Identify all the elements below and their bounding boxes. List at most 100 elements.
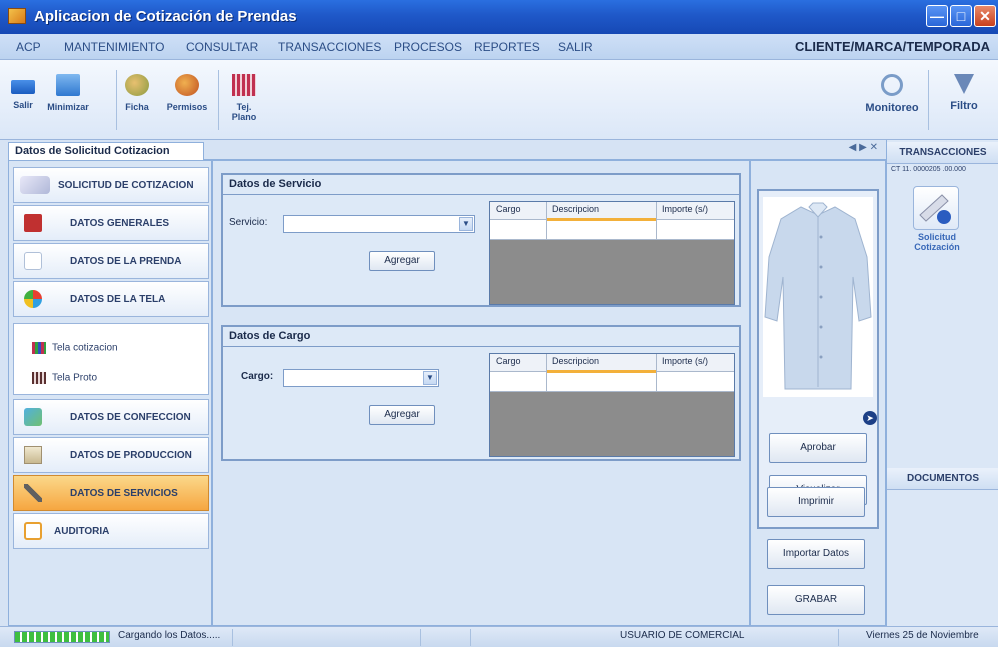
tej-plano-label: Tej. Plano [231, 102, 257, 122]
minimize-window-button[interactable]: — [926, 5, 948, 27]
chevron-down-icon[interactable]: ▼ [423, 371, 437, 385]
user-status-text: USUARIO DE COMERCIAL [620, 630, 745, 641]
menu-mantenimiento[interactable]: MANTENIMIENTO [64, 40, 164, 54]
transacciones-header[interactable]: TRANSACCIONES [887, 142, 998, 164]
fabric-icon [32, 372, 46, 384]
solicitud-cotizacion-label[interactable]: Solicitud Cotización [901, 232, 973, 252]
title-bar: Aplicacion de Cotización de Prendas — □ … [0, 0, 998, 34]
nav-datos-generales[interactable]: DATOS GENERALES [13, 205, 209, 241]
nav-label: DATOS GENERALES [70, 218, 170, 229]
nav-datos-prenda[interactable]: DATOS DE LA PRENDA [13, 243, 209, 279]
group-title: Datos de Servicio [223, 175, 739, 195]
permisos-label: Permisos [166, 102, 208, 112]
group-title: Datos de Cargo [223, 327, 739, 347]
imprimir-button[interactable]: Imprimir [767, 487, 865, 517]
grid-row[interactable] [490, 372, 734, 392]
tab-controls: ◀ ▶ ✕ [849, 142, 878, 153]
grabar-button[interactable]: GRABAR [767, 585, 865, 615]
cargo-agregar-button[interactable]: Agregar [369, 405, 435, 425]
tela-subpanel: Tela cotizacion Tela Proto [13, 323, 209, 395]
column-descripcion[interactable]: Descripcion [552, 204, 599, 214]
column-cargo[interactable]: Cargo [496, 204, 521, 214]
app-icon [8, 8, 26, 24]
tab-next-icon[interactable]: ▶ [859, 142, 867, 153]
sub-label: Tela Proto [52, 372, 98, 384]
maximize-window-button[interactable]: □ [950, 5, 972, 27]
users-icon [125, 74, 149, 96]
aprobar-button[interactable]: Aprobar [769, 433, 867, 463]
sub-tela-proto[interactable]: Tela Proto [32, 372, 97, 384]
salir-label: Salir [13, 100, 33, 110]
nav-datos-produccion[interactable]: DATOS DE PRODUCCION [13, 437, 209, 473]
cargo-label: Cargo: [241, 371, 274, 382]
menu-procesos[interactable]: PROCESOS [394, 40, 462, 54]
pen-badge-icon [20, 176, 50, 194]
action-column: ➤ Aprobar Visualizar Imprimir Importar D… [750, 160, 886, 626]
date-status-text: Viernes 25 de Noviembre [866, 630, 979, 641]
grid-divider [656, 202, 657, 240]
filtro-button[interactable]: Filtro [944, 74, 984, 112]
servicio-label: Servicio: [229, 217, 268, 228]
column-descripcion[interactable]: Descripcion [552, 356, 599, 366]
nav-datos-tela[interactable]: DATOS DE LA TELA [13, 281, 209, 317]
transaction-code: CT 11. 0000205 .00.000 [891, 166, 966, 173]
menu-transacciones[interactable]: TRANSACCIONES [278, 40, 381, 54]
nav-datos-confeccion[interactable]: DATOS DE CONFECCION [13, 399, 209, 435]
permisos-button[interactable]: Permisos [160, 74, 214, 112]
column-importe[interactable]: Importe (s/) [662, 204, 708, 214]
status-separator [420, 629, 421, 646]
sort-indicator [547, 370, 656, 373]
status-separator [470, 629, 471, 646]
servicio-agregar-button[interactable]: Agregar [369, 251, 435, 271]
pen-badge-icon [919, 194, 951, 224]
importar-datos-button[interactable]: Importar Datos [767, 539, 865, 569]
document-icon [24, 214, 42, 232]
chevron-down-icon[interactable]: ▼ [459, 217, 473, 231]
nav-label: DATOS DE LA TELA [70, 294, 166, 305]
search-document-icon [24, 522, 42, 540]
tab-close-icon[interactable]: ✕ [870, 142, 878, 153]
servicio-select[interactable]: ▼ [283, 215, 475, 233]
sub-tela-cotizacion[interactable]: Tela cotizacion [32, 342, 118, 354]
nav-label: DATOS DE SERVICIOS [70, 488, 178, 499]
tej-plano-button[interactable]: Tej. Plano [224, 74, 264, 122]
shirt-icon [24, 252, 42, 270]
tab-prev-icon[interactable]: ◀ [849, 142, 857, 153]
status-separator [838, 629, 839, 646]
menu-consultar[interactable]: CONSULTAR [186, 40, 258, 54]
nav-label: DATOS DE LA PRENDA [70, 256, 182, 267]
client-brand-season-label: CLIENTE/MARCA/TEMPORADA [795, 39, 990, 54]
ficha-label: Ficha [125, 102, 149, 112]
nav-solicitud-cotizacion[interactable]: SOLICITUD DE COTIZACION [13, 167, 209, 203]
status-separator [232, 629, 233, 646]
grid-row[interactable] [490, 220, 734, 240]
progress-fill [15, 632, 109, 642]
right-panel: TRANSACCIONES CT 11. 0000205 .00.000 Sol… [886, 140, 998, 626]
column-importe[interactable]: Importe (s/) [662, 356, 708, 366]
salir-button[interactable]: Salir [8, 74, 38, 110]
datos-servicio-group: Datos de Servicio Servicio: ▼ Agregar Ca… [221, 173, 741, 307]
documentos-header[interactable]: DOCUMENTOS [887, 468, 998, 490]
minimizar-button[interactable]: Minimizar [42, 74, 94, 112]
nav-auditoria[interactable]: AUDITORIA [13, 513, 209, 549]
tools-icon [24, 484, 42, 502]
servicio-grid: Cargo Descripcion Importe (s/) [489, 201, 735, 305]
status-bar: Cargando los Datos..... USUARIO DE COMER… [0, 626, 998, 647]
menu-salir[interactable]: SALIR [558, 40, 593, 54]
toolbar-separator [116, 70, 117, 130]
cargo-select[interactable]: ▼ [283, 369, 439, 387]
close-window-button[interactable]: ✕ [974, 5, 996, 27]
magnifier-icon [881, 74, 903, 96]
menu-reportes[interactable]: REPORTES [474, 40, 540, 54]
column-cargo[interactable]: Cargo [496, 356, 521, 366]
sub-label: Tela cotizacion [52, 342, 118, 354]
ficha-button[interactable]: Ficha [122, 74, 152, 112]
solicitud-cotizacion-tile[interactable] [913, 186, 959, 230]
sort-indicator [547, 218, 656, 221]
nav-label: SOLICITUD DE COTIZACION [58, 180, 194, 191]
arrow-right-icon[interactable]: ➤ [863, 411, 877, 425]
nav-datos-servicios[interactable]: DATOS DE SERVICIOS [13, 475, 209, 511]
menu-acp[interactable]: ACP [16, 40, 41, 54]
tab-datos-solicitud[interactable]: Datos de Solicitud Cotizacion [8, 142, 204, 160]
monitoreo-button[interactable]: Monitoreo [862, 74, 922, 114]
